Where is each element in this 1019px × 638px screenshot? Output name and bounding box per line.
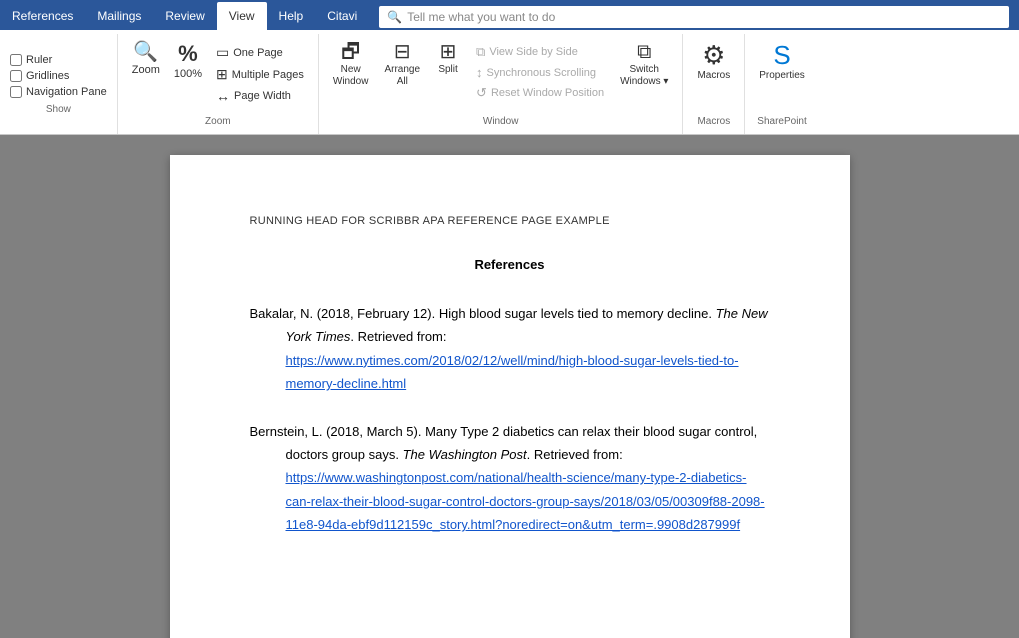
ref1-text: Bakalar, N. (2018, February 12). High bl… xyxy=(286,302,770,396)
ref2-link[interactable]: https://www.washingtonpost.com/national/… xyxy=(286,470,765,532)
macros-button[interactable]: ⚙ Macros xyxy=(691,38,736,86)
gridlines-label: Gridlines xyxy=(26,70,69,82)
running-head: RUNNING HEAD FOR SCRIBBR APA REFERENCE P… xyxy=(250,215,770,227)
sync-scroll-icon: ↕ xyxy=(476,65,483,80)
reference-1: Bakalar, N. (2018, February 12). High bl… xyxy=(250,302,770,396)
window-group: 🗗 New Window ⊟ Arrange All ⊞ Split ⧉ Vie… xyxy=(319,34,684,134)
tab-mailings[interactable]: Mailings xyxy=(85,2,153,30)
ref1-link[interactable]: https://www.nytimes.com/2018/02/12/well/… xyxy=(286,353,739,391)
ref2-italic: The Washington Post xyxy=(403,447,527,462)
reset-window-icon: ↺ xyxy=(476,85,487,101)
sync-scroll-label: Synchronous Scrolling xyxy=(487,67,596,79)
zoom-stacked: ▭ One Page ⊞ Multiple Pages ↔ Page Width xyxy=(210,38,310,106)
properties-button[interactable]: S Properties xyxy=(753,38,811,86)
tab-help[interactable]: Help xyxy=(267,2,316,30)
new-window-label: New Window xyxy=(333,64,369,88)
window-buttons-top: 🗗 New Window ⊟ Arrange All ⊞ Split ⧉ Vie… xyxy=(327,38,675,116)
window-group-label: Window xyxy=(327,116,675,130)
document-area: RUNNING HEAD FOR SCRIBBR APA REFERENCE P… xyxy=(0,135,1019,638)
gridlines-checkbox[interactable] xyxy=(10,70,22,82)
switch-windows-label: Switch Windows ▾ xyxy=(620,64,668,88)
doc-title: References xyxy=(250,257,770,272)
gridlines-checkbox-row[interactable]: Gridlines xyxy=(10,70,107,82)
navigation-pane-checkbox[interactable] xyxy=(10,86,22,98)
split-label: Split xyxy=(438,64,457,76)
macros-icon: ⚙ xyxy=(702,42,725,68)
ref1-before-link: Bakalar, N. (2018, February 12). High bl… xyxy=(250,306,716,321)
page-width-button[interactable]: ↔ Page Width xyxy=(210,86,310,106)
show-group: Ruler Gridlines Navigation Pane Show xyxy=(0,34,118,134)
macros-group-label: Macros xyxy=(697,116,730,130)
zoom-button[interactable]: 🔍 Zoom xyxy=(126,38,166,81)
new-window-icon: 🗗 xyxy=(341,42,360,62)
search-placeholder: Tell me what you want to do xyxy=(407,10,555,24)
tab-references[interactable]: References xyxy=(0,2,85,30)
zoom-percent-icon: % xyxy=(178,42,198,66)
navigation-pane-label: Navigation Pane xyxy=(26,86,107,98)
tab-citavi[interactable]: Citavi xyxy=(315,2,369,30)
multiple-pages-button[interactable]: ⊞ Multiple Pages xyxy=(210,64,310,85)
ribbon: Ruler Gridlines Navigation Pane Show 🔍 Z… xyxy=(0,30,1019,135)
tab-bar: References Mailings Review View Help Cit… xyxy=(0,0,1019,30)
ref2-text: Bernstein, L. (2018, March 5). Many Type… xyxy=(286,420,770,537)
window-stacked-options: ⧉ View Side by Side ↕ Synchronous Scroll… xyxy=(470,38,610,103)
view-side-icon: ⧉ xyxy=(476,44,485,60)
zoom-group-label: Zoom xyxy=(205,116,231,130)
view-side-label: View Side by Side xyxy=(489,46,577,58)
reset-window-button[interactable]: ↺ Reset Window Position xyxy=(470,83,610,103)
zoom-buttons: 🔍 Zoom % 100% ▭ One Page ⊞ Multiple Page… xyxy=(126,38,310,106)
ruler-label: Ruler xyxy=(26,54,52,66)
one-page-button[interactable]: ▭ One Page xyxy=(210,42,310,63)
search-bar[interactable]: 🔍 Tell me what you want to do xyxy=(379,6,1009,28)
synchronous-scrolling-button[interactable]: ↕ Synchronous Scrolling xyxy=(470,63,610,82)
arrange-all-label: Arrange All xyxy=(384,64,420,88)
arrange-all-button[interactable]: ⊟ Arrange All xyxy=(378,38,426,92)
switch-windows-button[interactable]: ⧉ Switch Windows ▾ xyxy=(614,38,674,92)
document-page: RUNNING HEAD FOR SCRIBBR APA REFERENCE P… xyxy=(170,155,850,638)
one-page-label: One Page xyxy=(233,47,283,59)
split-icon: ⊞ xyxy=(440,42,457,62)
reference-2: Bernstein, L. (2018, March 5). Many Type… xyxy=(250,420,770,537)
zoom-percent-label: 100% xyxy=(174,68,202,81)
zoom-btn-label: Zoom xyxy=(132,64,160,77)
properties-label: Properties xyxy=(759,70,805,82)
document-body: Bakalar, N. (2018, February 12). High bl… xyxy=(250,302,770,537)
ref1-after-italic: . Retrieved from: xyxy=(350,329,446,344)
macros-label: Macros xyxy=(697,70,730,82)
sharepoint-group: S Properties SharePoint xyxy=(745,34,819,134)
split-button[interactable]: ⊞ Split xyxy=(430,38,466,80)
ruler-checkbox-row[interactable]: Ruler xyxy=(10,54,107,66)
show-group-label: Show xyxy=(10,102,107,115)
multiple-pages-icon: ⊞ xyxy=(216,66,228,83)
one-page-icon: ▭ xyxy=(216,44,229,61)
zoom-100-button[interactable]: % 100% xyxy=(168,38,208,85)
switch-windows-icon: ⧉ xyxy=(637,42,651,62)
ref2-after-italic: . Retrieved from: xyxy=(527,447,623,462)
new-window-button[interactable]: 🗗 New Window xyxy=(327,38,375,92)
search-icon: 🔍 xyxy=(387,10,402,24)
sharepoint-icon: S xyxy=(773,42,790,68)
sharepoint-group-label: SharePoint xyxy=(757,116,806,130)
ruler-checkbox[interactable] xyxy=(10,54,22,66)
page-width-label: Page Width xyxy=(234,90,291,102)
page-width-icon: ↔ xyxy=(216,88,230,104)
view-side-by-side-button[interactable]: ⧉ View Side by Side xyxy=(470,42,610,62)
zoom-icon: 🔍 xyxy=(133,42,158,62)
reset-window-label: Reset Window Position xyxy=(491,87,604,99)
navigation-pane-checkbox-row[interactable]: Navigation Pane xyxy=(10,86,107,98)
tab-review[interactable]: Review xyxy=(153,2,216,30)
arrange-all-icon: ⊟ xyxy=(394,42,411,62)
multiple-pages-label: Multiple Pages xyxy=(232,69,304,81)
zoom-group: 🔍 Zoom % 100% ▭ One Page ⊞ Multiple Page… xyxy=(118,34,319,134)
tab-view[interactable]: View xyxy=(217,2,267,30)
macros-group: ⚙ Macros Macros xyxy=(683,34,745,134)
